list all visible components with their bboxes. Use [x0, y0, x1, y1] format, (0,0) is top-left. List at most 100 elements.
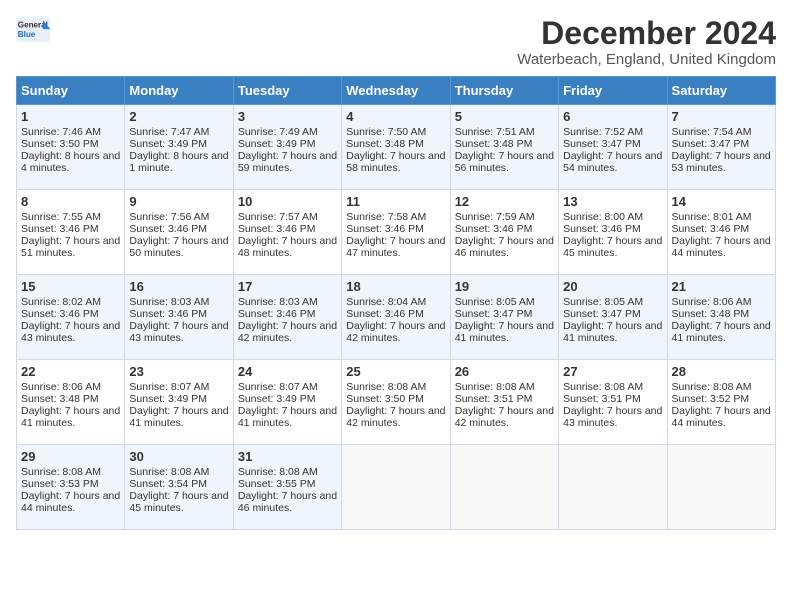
table-row: 9Sunrise: 7:56 AMSunset: 3:46 PMDaylight…	[125, 190, 233, 275]
calendar-header-row: Sunday Monday Tuesday Wednesday Thursday…	[17, 77, 776, 105]
calendar-week-row: 1Sunrise: 7:46 AMSunset: 3:50 PMDaylight…	[17, 105, 776, 190]
daylight-text: Daylight: 7 hours and 53 minutes.	[672, 150, 771, 174]
sunset-text: Sunset: 3:46 PM	[346, 308, 424, 320]
sunset-text: Sunset: 3:48 PM	[672, 308, 750, 320]
sunrise-text: Sunrise: 8:07 AM	[129, 381, 209, 393]
day-number: 6	[563, 109, 662, 124]
daylight-text: Daylight: 7 hours and 41 minutes.	[672, 320, 771, 344]
sunset-text: Sunset: 3:46 PM	[346, 223, 424, 235]
table-row: 14Sunrise: 8:01 AMSunset: 3:46 PMDayligh…	[667, 190, 775, 275]
sunset-text: Sunset: 3:53 PM	[21, 478, 99, 490]
sunset-text: Sunset: 3:46 PM	[21, 223, 99, 235]
daylight-text: Daylight: 7 hours and 43 minutes.	[129, 320, 228, 344]
table-row: 4Sunrise: 7:50 AMSunset: 3:48 PMDaylight…	[342, 105, 450, 190]
daylight-text: Daylight: 7 hours and 42 minutes.	[346, 320, 445, 344]
day-number: 23	[129, 364, 228, 379]
sunset-text: Sunset: 3:49 PM	[238, 393, 316, 405]
sunrise-text: Sunrise: 8:03 AM	[129, 296, 209, 308]
sunrise-text: Sunrise: 8:06 AM	[672, 296, 752, 308]
table-row	[559, 445, 667, 530]
logo: General Blue	[16, 16, 56, 44]
table-row: 2Sunrise: 7:47 AMSunset: 3:49 PMDaylight…	[125, 105, 233, 190]
day-number: 12	[455, 194, 554, 209]
table-row: 21 Sunrise: 8:06 AMSunset: 3:48 PMDayligh…	[667, 275, 775, 360]
sunrise-text: Sunrise: 7:58 AM	[346, 211, 426, 223]
sunset-text: Sunset: 3:49 PM	[129, 393, 207, 405]
day-number: 21	[672, 279, 771, 294]
month-title: December 2024	[517, 16, 776, 51]
table-row: 16Sunrise: 8:03 AMSunset: 3:46 PMDayligh…	[125, 275, 233, 360]
location: Waterbeach, England, United Kingdom	[517, 51, 776, 68]
daylight-text: Daylight: 7 hours and 41 minutes.	[129, 405, 228, 429]
daylight-text: Daylight: 8 hours and 4 minutes.	[21, 150, 120, 174]
sunrise-text: Sunrise: 8:03 AM	[238, 296, 318, 308]
daylight-text: Daylight: 7 hours and 44 minutes.	[672, 235, 771, 259]
table-row	[342, 445, 450, 530]
title-block: December 2024 Waterbeach, England, Unite…	[517, 16, 776, 68]
col-sunday: Sunday	[17, 77, 125, 105]
sunset-text: Sunset: 3:50 PM	[346, 393, 424, 405]
table-row: 30Sunrise: 8:08 AMSunset: 3:54 PMDayligh…	[125, 445, 233, 530]
day-number: 8	[21, 194, 120, 209]
daylight-text: Daylight: 7 hours and 41 minutes.	[563, 320, 662, 344]
table-row: 15Sunrise: 8:02 AMSunset: 3:46 PMDayligh…	[17, 275, 125, 360]
table-row: 27Sunrise: 8:08 AMSunset: 3:51 PMDayligh…	[559, 360, 667, 445]
table-row: 25Sunrise: 8:08 AMSunset: 3:50 PMDayligh…	[342, 360, 450, 445]
calendar-week-row: 29 Sunrise: 8:08 AM Sunset: 3:53 PM Dayligh…	[17, 445, 776, 530]
table-row: 28Sunrise: 8:08 AMSunset: 3:52 PMDayligh…	[667, 360, 775, 445]
sunset-text: Sunset: 3:46 PM	[563, 223, 641, 235]
sunrise-text: Sunrise: 8:05 AM	[455, 296, 535, 308]
table-row: 24Sunrise: 8:07 AMSunset: 3:49 PMDayligh…	[233, 360, 341, 445]
daylight-text: Daylight: 7 hours and 50 minutes.	[129, 235, 228, 259]
table-row: 23 Sunrise: 8:07 AMSunset: 3:49 PMDayligh…	[125, 360, 233, 445]
day-number: 4	[346, 109, 445, 124]
sunrise-text: Sunrise: 8:05 AM	[563, 296, 643, 308]
sunset-text: Sunset: 3:48 PM	[455, 138, 533, 150]
calendar-week-row: 15Sunrise: 8:02 AMSunset: 3:46 PMDayligh…	[17, 275, 776, 360]
sunrise-text: Sunrise: 7:51 AM	[455, 126, 535, 138]
sunset-text: Sunset: 3:46 PM	[129, 308, 207, 320]
table-row	[450, 445, 558, 530]
table-row: 20Sunrise: 8:05 AMSunset: 3:47 PMDayligh…	[559, 275, 667, 360]
sunrise-text: Sunrise: 7:56 AM	[129, 211, 209, 223]
day-number: 14	[672, 194, 771, 209]
logo-icon: General Blue	[16, 16, 52, 44]
calendar-table: Sunday Monday Tuesday Wednesday Thursday…	[16, 76, 776, 530]
sunset-text: Sunset: 3:46 PM	[455, 223, 533, 235]
table-row: 22Sunrise: 8:06 AMSunset: 3:48 PMDayligh…	[17, 360, 125, 445]
day-number: 1	[21, 109, 120, 124]
day-number: 11	[346, 194, 445, 209]
daylight-text: Daylight: 7 hours and 58 minutes.	[346, 150, 445, 174]
day-number: 29	[21, 449, 120, 464]
table-row: 1Sunrise: 7:46 AMSunset: 3:50 PMDaylight…	[17, 105, 125, 190]
col-monday: Monday	[125, 77, 233, 105]
daylight-text: Daylight: 8 hours and 1 minute.	[129, 150, 228, 174]
day-number: 26	[455, 364, 554, 379]
sunset-text: Sunset: 3:51 PM	[455, 393, 533, 405]
day-number: 3	[238, 109, 337, 124]
sunrise-text: Sunrise: 7:57 AM	[238, 211, 318, 223]
daylight-text: Daylight: 7 hours and 42 minutes.	[238, 320, 337, 344]
page-header: General Blue December 2024 Waterbeach, E…	[16, 16, 776, 68]
daylight-text: Daylight: 7 hours and 44 minutes.	[672, 405, 771, 429]
day-number: 5	[455, 109, 554, 124]
sunset-text: Sunset: 3:49 PM	[129, 138, 207, 150]
sunrise-text: Sunrise: 7:52 AM	[563, 126, 643, 138]
table-row: 7Sunrise: 7:54 AMSunset: 3:47 PMDaylight…	[667, 105, 775, 190]
table-row: 17Sunrise: 8:03 AMSunset: 3:46 PMDayligh…	[233, 275, 341, 360]
sunset-text: Sunset: 3:47 PM	[563, 138, 641, 150]
table-row: 26Sunrise: 8:08 AMSunset: 3:51 PMDayligh…	[450, 360, 558, 445]
sunset-text: Sunset: 3:55 PM	[238, 478, 316, 490]
day-number: 20	[563, 279, 662, 294]
sunrise-text: Sunrise: 8:00 AM	[563, 211, 643, 223]
table-row: 12Sunrise: 7:59 AMSunset: 3:46 PMDayligh…	[450, 190, 558, 275]
daylight-text: Daylight: 7 hours and 46 minutes.	[238, 490, 337, 514]
sunrise-text: Sunrise: 8:04 AM	[346, 296, 426, 308]
sunrise-text: Sunrise: 8:08 AM	[238, 466, 318, 478]
table-row: 19Sunrise: 8:05 AMSunset: 3:47 PMDayligh…	[450, 275, 558, 360]
table-row: 3Sunrise: 7:49 AMSunset: 3:49 PMDaylight…	[233, 105, 341, 190]
day-number: 13	[563, 194, 662, 209]
day-number: 25	[346, 364, 445, 379]
table-row: 8Sunrise: 7:55 AMSunset: 3:46 PMDaylight…	[17, 190, 125, 275]
sunrise-text: Sunrise: 7:59 AM	[455, 211, 535, 223]
